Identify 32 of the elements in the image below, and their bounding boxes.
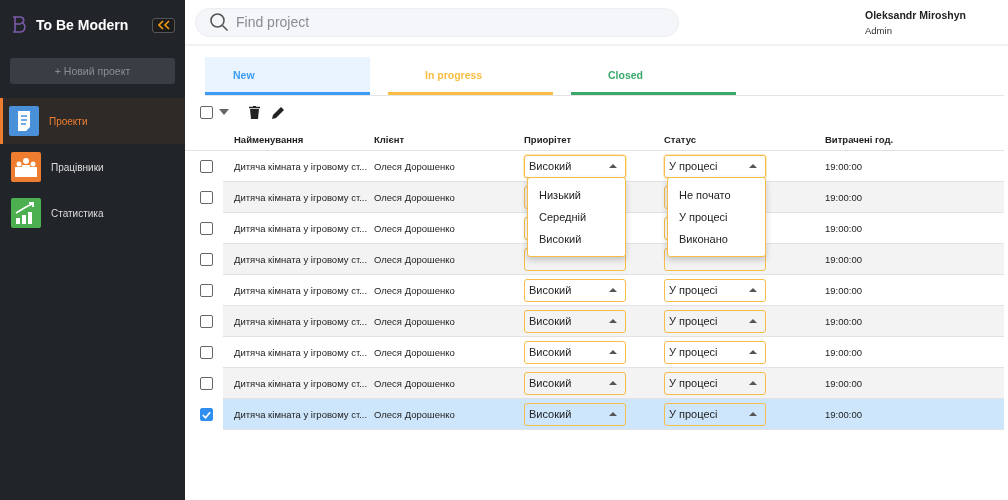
table-cell-text: Олеся Дорошенко — [374, 222, 456, 234]
column-header: Витрачені год. — [825, 133, 894, 145]
table-cell-text: Дитяча кімната у ігровому ст... — [233, 315, 369, 327]
table-cell: 19:00:00 — [825, 284, 862, 296]
table-cell-text: Дитяча кімната у ігровому ст... — [233, 346, 369, 358]
table-cell-text: Олеся Дорошенко — [374, 377, 456, 389]
table-cell-text: Дитяча кімната у ігровому ст... — [233, 160, 369, 172]
column-header: Найменування — [233, 133, 305, 145]
table-cell-text: Олеся Дорошенко — [374, 315, 456, 327]
table-cell-text: Олеся Дорошенко — [374, 191, 456, 203]
table-cell-text: Олеся Дорошенко — [374, 346, 456, 358]
table-cell: 19:00:00 — [825, 377, 862, 389]
column-header: Клієнт — [374, 133, 406, 145]
column-header: Статус — [664, 133, 698, 145]
column-header: Приорітет — [524, 133, 573, 145]
table-cell-text: Дитяча кімната у ігровому ст... — [233, 222, 369, 234]
table-cell: 19:00:00 — [825, 222, 862, 234]
table-cell: 19:00:00 — [825, 160, 862, 172]
table-cell-text: Дитяча кімната у ігровому ст... — [233, 377, 369, 389]
table-cell-text: Олеся Дорошенко — [374, 284, 456, 296]
table-cell: 19:00:00 — [825, 346, 862, 358]
table-cell-text: Дитяча кімната у ігровому ст... — [233, 191, 369, 203]
table-cell-text: Олеся Дорошенко — [374, 408, 456, 420]
table-cell-text: Олеся Дорошенко — [374, 160, 456, 172]
app-title: To Be Modern — [36, 17, 130, 33]
user-name: Oleksandr Miroshyn — [865, 8, 966, 21]
table-cell-text: Дитяча кімната у ігровому ст... — [233, 408, 369, 420]
table-cell: 19:00:00 — [825, 408, 862, 420]
table-cell: 19:00:00 — [825, 315, 862, 327]
user-role: Admin — [865, 24, 893, 36]
table-cell: 19:00:00 — [825, 191, 862, 203]
table-cell-text: Дитяча кімната у ігровому ст... — [233, 284, 369, 296]
